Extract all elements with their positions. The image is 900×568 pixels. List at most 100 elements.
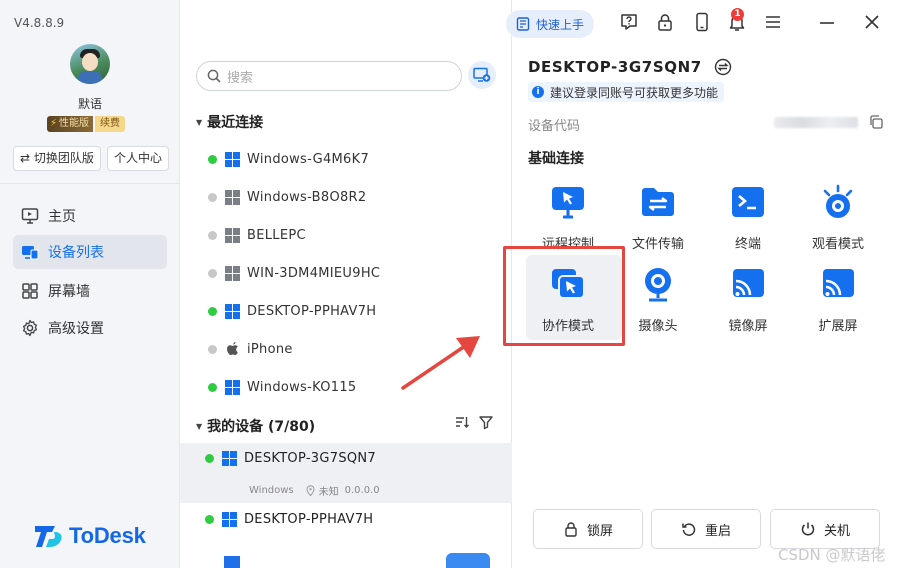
power-icon — [801, 522, 815, 536]
windows-icon — [225, 379, 240, 395]
gear-icon — [22, 319, 38, 337]
list-item[interactable]: BELLEPC — [208, 224, 306, 246]
restart-icon — [682, 523, 696, 536]
sort-icon[interactable] — [454, 414, 470, 430]
selected-device-row[interactable]: DESKTOP-3G7SQN7 — [205, 451, 376, 466]
list-item[interactable]: Windows-KO115 — [208, 376, 356, 398]
device-name: Windows-G4M6K7 — [247, 151, 370, 167]
offline-status-dot — [208, 268, 217, 278]
restart-button[interactable]: 重启 — [651, 509, 761, 549]
list-item[interactable]: WIN-3DM4MIEU9HC — [208, 262, 380, 284]
sidebar-item-label: 高级设置 — [48, 321, 104, 337]
bolt-icon: ⚡ — [50, 118, 58, 129]
grid-icon — [22, 283, 38, 299]
book-icon — [516, 17, 530, 31]
windows-icon-partial — [224, 556, 240, 568]
sidebar-item-screen-wall[interactable]: 屏幕墙 — [13, 274, 167, 308]
caret-down-icon: ▼ — [196, 117, 203, 127]
terminal-icon — [732, 187, 764, 217]
brand-name: ToDesk — [69, 523, 146, 548]
devices-icon — [22, 246, 39, 260]
sidebar-item-label: 主页 — [48, 209, 76, 225]
list-item[interactable]: DESKTOP-PPHAV7H — [205, 512, 373, 527]
menu-icon[interactable] — [763, 12, 783, 32]
device-list-panel: 搜索 ▼ 最近连接 Windows-G4M6K7 Windows-B8O8R2 BE… — [180, 0, 512, 568]
switch-team-button[interactable]: ⇄ 切换团队版 — [13, 146, 101, 171]
highlight-box — [503, 246, 625, 346]
sidebar-item-devices[interactable]: 设备列表 — [13, 235, 167, 269]
copy-icon[interactable] — [868, 114, 884, 130]
terminal-button[interactable]: 终端 — [703, 184, 793, 252]
monitor-icon — [21, 208, 39, 224]
windows-icon — [222, 451, 237, 466]
search-icon — [207, 69, 221, 83]
device-name: DESKTOP-PPHAV7H — [244, 512, 374, 527]
app-version: V4.8.8.9 — [14, 16, 65, 30]
my-devices-header[interactable]: ▼ 我的设备 (7/80) — [196, 416, 315, 436]
username: 默语 — [77, 97, 102, 111]
lock-screen-button[interactable]: 锁屏 — [533, 509, 643, 549]
online-status-dot — [205, 515, 214, 524]
cast-icon — [733, 269, 764, 297]
personal-center-button[interactable]: 个人中心 — [107, 146, 170, 171]
lock-icon — [565, 522, 577, 537]
help-icon[interactable] — [619, 12, 639, 32]
renew-button[interactable]: 续费 — [95, 116, 126, 132]
mirror-screen-button[interactable]: 镜像屏 — [703, 266, 793, 334]
sidebar-item-advanced-settings[interactable]: 高级设置 — [13, 311, 167, 345]
list-item[interactable]: Windows-B8O8R2 — [208, 186, 366, 208]
minimize-icon[interactable] — [818, 12, 836, 32]
list-item[interactable]: DESKTOP-PPHAV7H — [208, 300, 376, 322]
offline-status-dot — [208, 230, 217, 240]
switch-device-icon[interactable] — [714, 58, 732, 76]
todesk-logo: ToDesk — [34, 523, 146, 549]
eye-icon — [823, 184, 853, 218]
camera-button[interactable]: 摄像头 — [613, 266, 703, 334]
online-status-dot — [205, 454, 214, 463]
folder-transfer-icon — [642, 188, 674, 216]
file-transfer-button[interactable]: 文件传输 — [613, 184, 703, 252]
recent-connections-header[interactable]: ▼ 最近连接 — [196, 112, 263, 132]
list-item[interactable]: iPhone — [208, 338, 293, 360]
shutdown-button[interactable]: 关机 — [770, 509, 880, 549]
add-device-button[interactable] — [468, 61, 496, 89]
lock-icon[interactable] — [655, 12, 675, 32]
device-title: DESKTOP-3G7SQN7 — [528, 58, 732, 76]
info-icon: i — [532, 86, 544, 98]
device-name: WIN-3DM4MIEU9HC — [247, 265, 381, 281]
avatar[interactable] — [70, 44, 110, 84]
phone-icon[interactable] — [692, 12, 712, 32]
search-input[interactable]: 搜索 — [196, 61, 462, 91]
offline-status-dot — [208, 192, 217, 202]
location-pin-icon — [306, 485, 315, 496]
device-name: Windows-KO115 — [247, 379, 357, 395]
quick-start-button[interactable]: 快速上手 — [506, 10, 595, 38]
notification-count-badge: 1 — [731, 8, 744, 21]
device-name: DESKTOP-PPHAV7H — [247, 303, 377, 319]
online-status-dot — [208, 154, 217, 164]
view-mode-button[interactable]: 观看模式 — [793, 184, 883, 252]
sidebar-item-home[interactable]: 主页 — [13, 199, 167, 233]
windows-icon — [225, 303, 240, 319]
caret-down-icon: ▼ — [196, 421, 203, 431]
list-item[interactable]: Windows-G4M6K7 — [208, 148, 369, 170]
filter-icon[interactable] — [478, 414, 494, 430]
remote-control-button[interactable]: 远程控制 — [523, 184, 613, 252]
close-icon[interactable] — [863, 12, 881, 32]
watermark: CSDN @默语佬 — [778, 546, 886, 564]
add-device-icon — [473, 67, 491, 82]
windows-icon — [225, 189, 240, 205]
annotation-arrow — [401, 336, 480, 390]
sidebar: V4.8.8.9 默语 ⚡ 性能版 续费 ⇄ 切换团队版 个人中心 主页 设备列… — [0, 0, 180, 568]
windows-icon — [225, 227, 240, 243]
basic-connection-title: 基础连接 — [528, 151, 584, 167]
windows-icon — [222, 512, 237, 527]
extend-screen-button[interactable]: 扩展屏 — [793, 266, 883, 334]
login-tip[interactable]: i 建议登录同账号可获取更多功能 — [528, 82, 725, 102]
webcam-icon — [645, 268, 671, 302]
device-code-value-blurred — [774, 117, 858, 128]
windows-icon — [225, 265, 240, 281]
title-bar: 快速上手 1 — [506, 0, 900, 46]
connect-button-partial[interactable] — [446, 553, 490, 568]
device-detail-panel: 快速上手 1 DESKTOP-3G7SQN7 i 建议登录同账号可获取更多功能 … — [503, 0, 900, 568]
